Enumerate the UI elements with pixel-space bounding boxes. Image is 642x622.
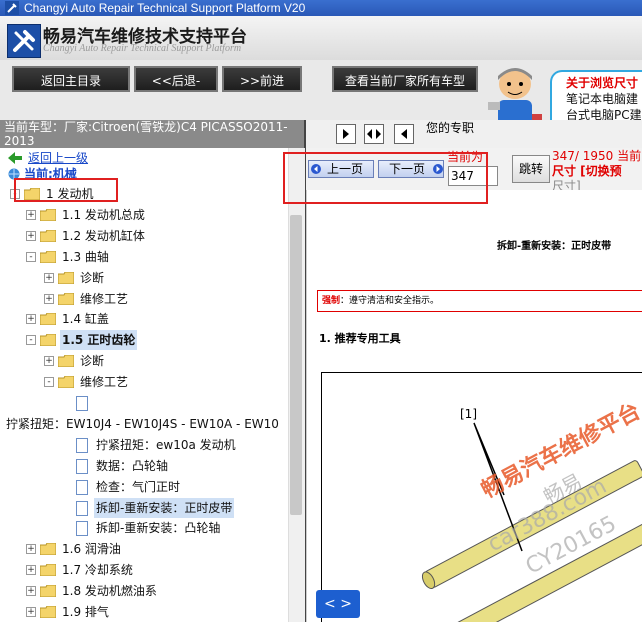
tree-item-label: 1.5 正时齿轮: [60, 330, 138, 351]
expand-icon[interactable]: +: [26, 544, 36, 555]
tool-figure: [1] 畅易汽车维修平台 畅易 car388.com CY20165: [321, 372, 642, 622]
tree-item-label: 诊断: [80, 354, 105, 369]
section-tools-heading: 1. 推荐专用工具: [319, 332, 401, 345]
view-controls: 您的专职: [306, 120, 642, 148]
expand-icon[interactable]: +: [26, 230, 36, 241]
folder-icon: [40, 229, 56, 242]
collapse-icon[interactable]: -: [26, 335, 36, 346]
tree-item-label: 维修工艺: [80, 291, 129, 306]
green-back-arrow-icon: [8, 152, 22, 164]
document-icon: [76, 396, 88, 411]
tree-item-label: 维修工艺: [80, 375, 129, 390]
folder-icon: [40, 606, 56, 618]
folder-icon: [58, 355, 74, 368]
tree-item-label: 1.7 冷却系统: [62, 563, 133, 578]
expand-icon[interactable]: +: [26, 586, 36, 597]
tree-item-label: 1.2 发动机缸体: [62, 228, 145, 243]
expand-icon[interactable]: +: [44, 272, 54, 283]
doc-title: 拆卸-重新安装：正时皮带: [497, 241, 612, 252]
folder-icon: [40, 208, 56, 221]
red-highlight-pager: [283, 152, 488, 204]
forward-button[interactable]: >>前进: [222, 66, 302, 92]
window-title-bar: Changyi Auto Repair Technical Support Pl…: [0, 0, 642, 16]
tree-item-label: 诊断: [80, 270, 105, 285]
app-logo-icon: [7, 24, 41, 58]
document-icon: [76, 437, 88, 453]
expand-icon[interactable]: +: [44, 293, 54, 304]
manual-document: 拆卸-重新安装：正时皮带 强制：遵守清洁和安全指示。 1. 推荐专用工具 [1]…: [306, 190, 642, 622]
figure-callout: [1]: [460, 407, 477, 421]
all-models-button[interactable]: 查看当前厂家所有车型: [332, 66, 478, 92]
tree-item-label: 拆卸-重新安装：正时皮带: [94, 497, 235, 518]
expand-icon[interactable]: +: [44, 356, 54, 367]
back-button[interactable]: <<后退-: [134, 66, 218, 92]
window-title: Changyi Auto Repair Technical Support Pl…: [24, 1, 306, 15]
notice-title: 关于浏览尺寸: [566, 76, 639, 90]
tree-item-label: 1.8 发动机燃油系: [62, 584, 157, 599]
tree-item-label: 拧紧扭矩：EW10J4 - EW10J4S - EW10A - EW10: [6, 416, 279, 431]
resize-panel-icon[interactable]: [364, 124, 384, 144]
expand-icon[interactable]: +: [26, 565, 36, 576]
page-nav-button[interactable]: < >: [316, 590, 360, 618]
tree-item-label: 1.6 润滑油: [62, 542, 121, 557]
wrench-icon: [5, 1, 19, 15]
user-label: 您的专职: [426, 121, 475, 135]
warning-box: 强制：遵守清洁和安全指示。: [317, 290, 642, 312]
home-button[interactable]: 返回主目录: [12, 66, 130, 92]
folder-icon: [58, 271, 74, 284]
notice-line-laptop: 笔记本电脑建: [566, 92, 639, 106]
expand-icon[interactable]: +: [26, 607, 36, 617]
expand-panel-icon[interactable]: [394, 124, 414, 144]
folder-icon: [40, 250, 56, 263]
folder-icon: [40, 334, 56, 347]
folder-icon: [58, 376, 74, 389]
tree-item-label: 检查：气门正时: [96, 479, 181, 494]
expand-icon[interactable]: +: [26, 314, 36, 325]
tree-item-label: 数据：凸轮轴: [96, 458, 169, 473]
app-subtitle: Changyi Auto Repair Technical Support Pl…: [43, 43, 242, 54]
tree-item-label: 拧紧扭矩：ew10a 发动机: [96, 437, 236, 452]
tree-item-label: 拆卸-重新安装：凸轮轴: [96, 521, 221, 536]
document-icon: [76, 500, 88, 516]
red-highlight-engine: [14, 178, 118, 202]
document-icon: [76, 521, 88, 537]
tree-item-label: 1.1 发动机总成: [62, 207, 145, 222]
collapse-icon[interactable]: -: [26, 251, 36, 262]
folder-icon: [40, 564, 56, 577]
tree-item-label: 1.4 缸盖: [62, 312, 109, 327]
current-car-text: 当前车型：厂家:Citroen(雪铁龙)C4 PICASSO2011-2013: [4, 120, 288, 148]
collapse-panel-icon[interactable]: [336, 124, 356, 144]
current-car-info: 当前车型：厂家:Citroen(雪铁龙)C4 PICASSO2011-2013: [0, 120, 304, 148]
folder-icon: [40, 543, 56, 556]
folder-icon: [58, 292, 74, 305]
collapse-icon[interactable]: -: [44, 377, 54, 388]
document-icon: [76, 458, 88, 474]
category-tree: 返回上一级 当前:机械 -1 发动机 +1.1 发动机总成 +1.2 发动机缸体 -1…: [0, 148, 288, 622]
tree-item-label: 1.3 曲轴: [62, 249, 109, 264]
folder-icon: [40, 585, 56, 598]
jump-button[interactable]: 跳转: [512, 155, 550, 183]
tree-scrollbar-thumb[interactable]: [290, 215, 302, 515]
expand-icon[interactable]: +: [26, 209, 36, 220]
document-icon: [76, 479, 88, 495]
folder-icon: [40, 313, 56, 326]
size-switch-label: 尺寸 [切换预: [552, 164, 622, 178]
tree-item-label: 1.9 排气: [62, 605, 109, 619]
